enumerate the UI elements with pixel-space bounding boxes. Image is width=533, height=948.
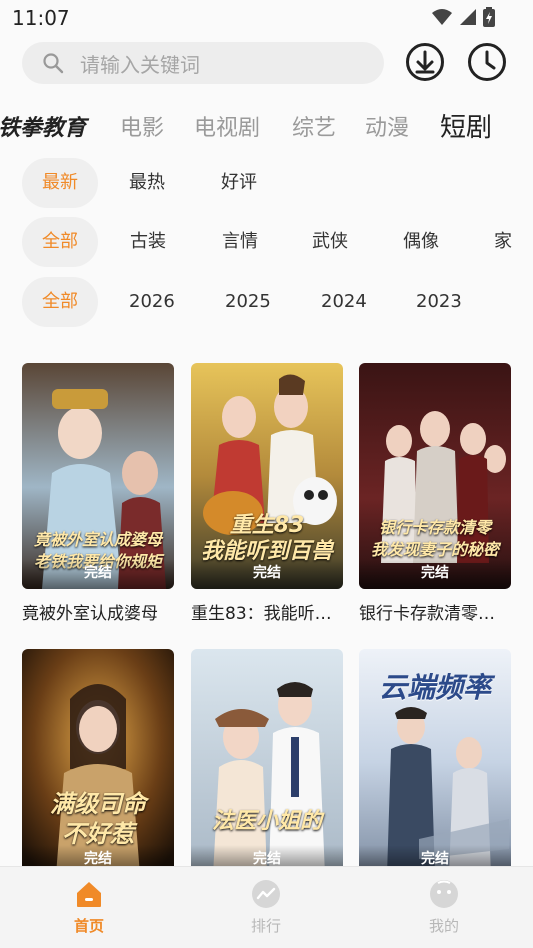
nav-home[interactable]: 首页 (44, 879, 134, 936)
poster-caption: 重生83 我能听到百兽 (200, 513, 333, 564)
tab-movie[interactable]: 电影 (120, 110, 164, 142)
filter-genre-family[interactable]: 家 (494, 217, 512, 267)
filter-sort-top-rated[interactable]: 好评 (221, 158, 257, 208)
filter-genre-wuxia[interactable]: 武侠 (312, 217, 348, 267)
tab-variety[interactable]: 综艺 (292, 110, 336, 142)
home-icon (77, 882, 101, 907)
ranking-icon (252, 880, 280, 908)
status-badge: 完结 (191, 559, 343, 589)
filter-year-all[interactable]: 全部 (22, 277, 98, 327)
card-title: 重生83：我能听到百兽 (191, 604, 343, 624)
sort-filter-row: 最新 最热 好评 (0, 158, 533, 210)
filter-year-2026[interactable]: 2026 (129, 277, 175, 327)
filter-genre-romance[interactable]: 言情 (222, 217, 258, 267)
poster-image: 竟被外室认成婆母 老铁我要给你规矩 完结 (22, 363, 174, 589)
category-tabs: 铁拳教育 电影 电视剧 综艺 动漫 短剧 (0, 104, 533, 146)
profile-icon (430, 880, 458, 908)
status-badge: 完结 (359, 559, 511, 589)
genre-filter-row: 全部 古装 言情 武侠 偶像 家 (0, 217, 533, 269)
card-title: 竟被外室认成婆母 (22, 604, 158, 624)
filter-genre-all[interactable]: 全部 (22, 217, 98, 267)
nav-profile[interactable]: 我的 (399, 879, 489, 936)
poster-image: 满级司命 不好惹 完结 (22, 649, 174, 875)
download-icon[interactable] (405, 42, 445, 82)
status-badge: 完结 (22, 559, 174, 589)
search-input[interactable]: 请输入关键词 (22, 42, 384, 84)
drama-card[interactable]: 满级司命 不好惹 完结 (22, 649, 174, 875)
brand-title: 铁拳教育 (0, 116, 87, 141)
status-time: 11:07 (12, 6, 70, 30)
poster-caption: 满级司命 不好惹 (50, 790, 146, 848)
filter-year-2023[interactable]: 2023 (416, 277, 462, 327)
history-icon[interactable] (467, 42, 507, 82)
year-filter-row: 全部 2026 2025 2024 2023 (0, 277, 533, 329)
nav-label: 我的 (428, 917, 459, 935)
bottom-nav: 首页 排行 我的 (0, 866, 533, 948)
drama-card[interactable]: 银行卡存款清零 我发现妻子的秘密 完结 银行卡存款清零我发现妻子的秘密 (359, 363, 511, 624)
card-title: 银行卡存款清零我发现妻子的秘密 (359, 604, 511, 624)
filter-sort-hottest[interactable]: 最热 (129, 158, 165, 208)
battery-icon (483, 7, 495, 27)
nav-label: 首页 (73, 917, 104, 935)
app-screen: 11:07 请输入关键词 铁拳教育 电影 电视剧 综艺 动漫 短剧 最新 最热 … (0, 0, 533, 948)
poster-image: 银行卡存款清零 我发现妻子的秘密 完结 (359, 363, 511, 589)
drama-card[interactable]: 重生83 我能听到百兽 完结 重生83：我能听到百兽 (191, 363, 343, 624)
filter-year-2025[interactable]: 2025 (225, 277, 271, 327)
status-bar: 11:07 (0, 0, 533, 36)
nav-label: 排行 (250, 917, 281, 935)
signal-icon (460, 9, 476, 25)
tab-short-drama[interactable]: 短剧 (440, 107, 492, 144)
status-icons (431, 7, 495, 27)
drama-card[interactable]: 云端频率 完结 (359, 649, 511, 875)
search-placeholder: 请输入关键词 (80, 52, 200, 77)
poster-image: 重生83 我能听到百兽 完结 (191, 363, 343, 589)
drama-card[interactable]: 法医小姐的 完结 (191, 649, 343, 875)
search-icon (43, 53, 64, 74)
filter-sort-latest[interactable]: 最新 (22, 158, 98, 208)
tab-tv-series[interactable]: 电视剧 (194, 110, 260, 142)
filter-year-2024[interactable]: 2024 (321, 277, 367, 327)
filter-genre-costume[interactable]: 古装 (130, 217, 166, 267)
tab-anime[interactable]: 动漫 (365, 110, 409, 142)
poster-image: 云端频率 完结 (359, 649, 511, 875)
drama-card[interactable]: 竟被外室认成婆母 老铁我要给你规矩 完结 竟被外室认成婆母 (22, 363, 174, 624)
poster-image: 法医小姐的 完结 (191, 649, 343, 875)
wifi-icon (432, 9, 452, 25)
poster-caption: 银行卡存款清零 我发现妻子的秘密 (370, 518, 499, 559)
filter-genre-idol[interactable]: 偶像 (403, 217, 439, 267)
poster-caption: 云端频率 (378, 671, 491, 704)
nav-ranking[interactable]: 排行 (221, 879, 311, 936)
poster-caption: 法医小姐的 (211, 809, 322, 834)
